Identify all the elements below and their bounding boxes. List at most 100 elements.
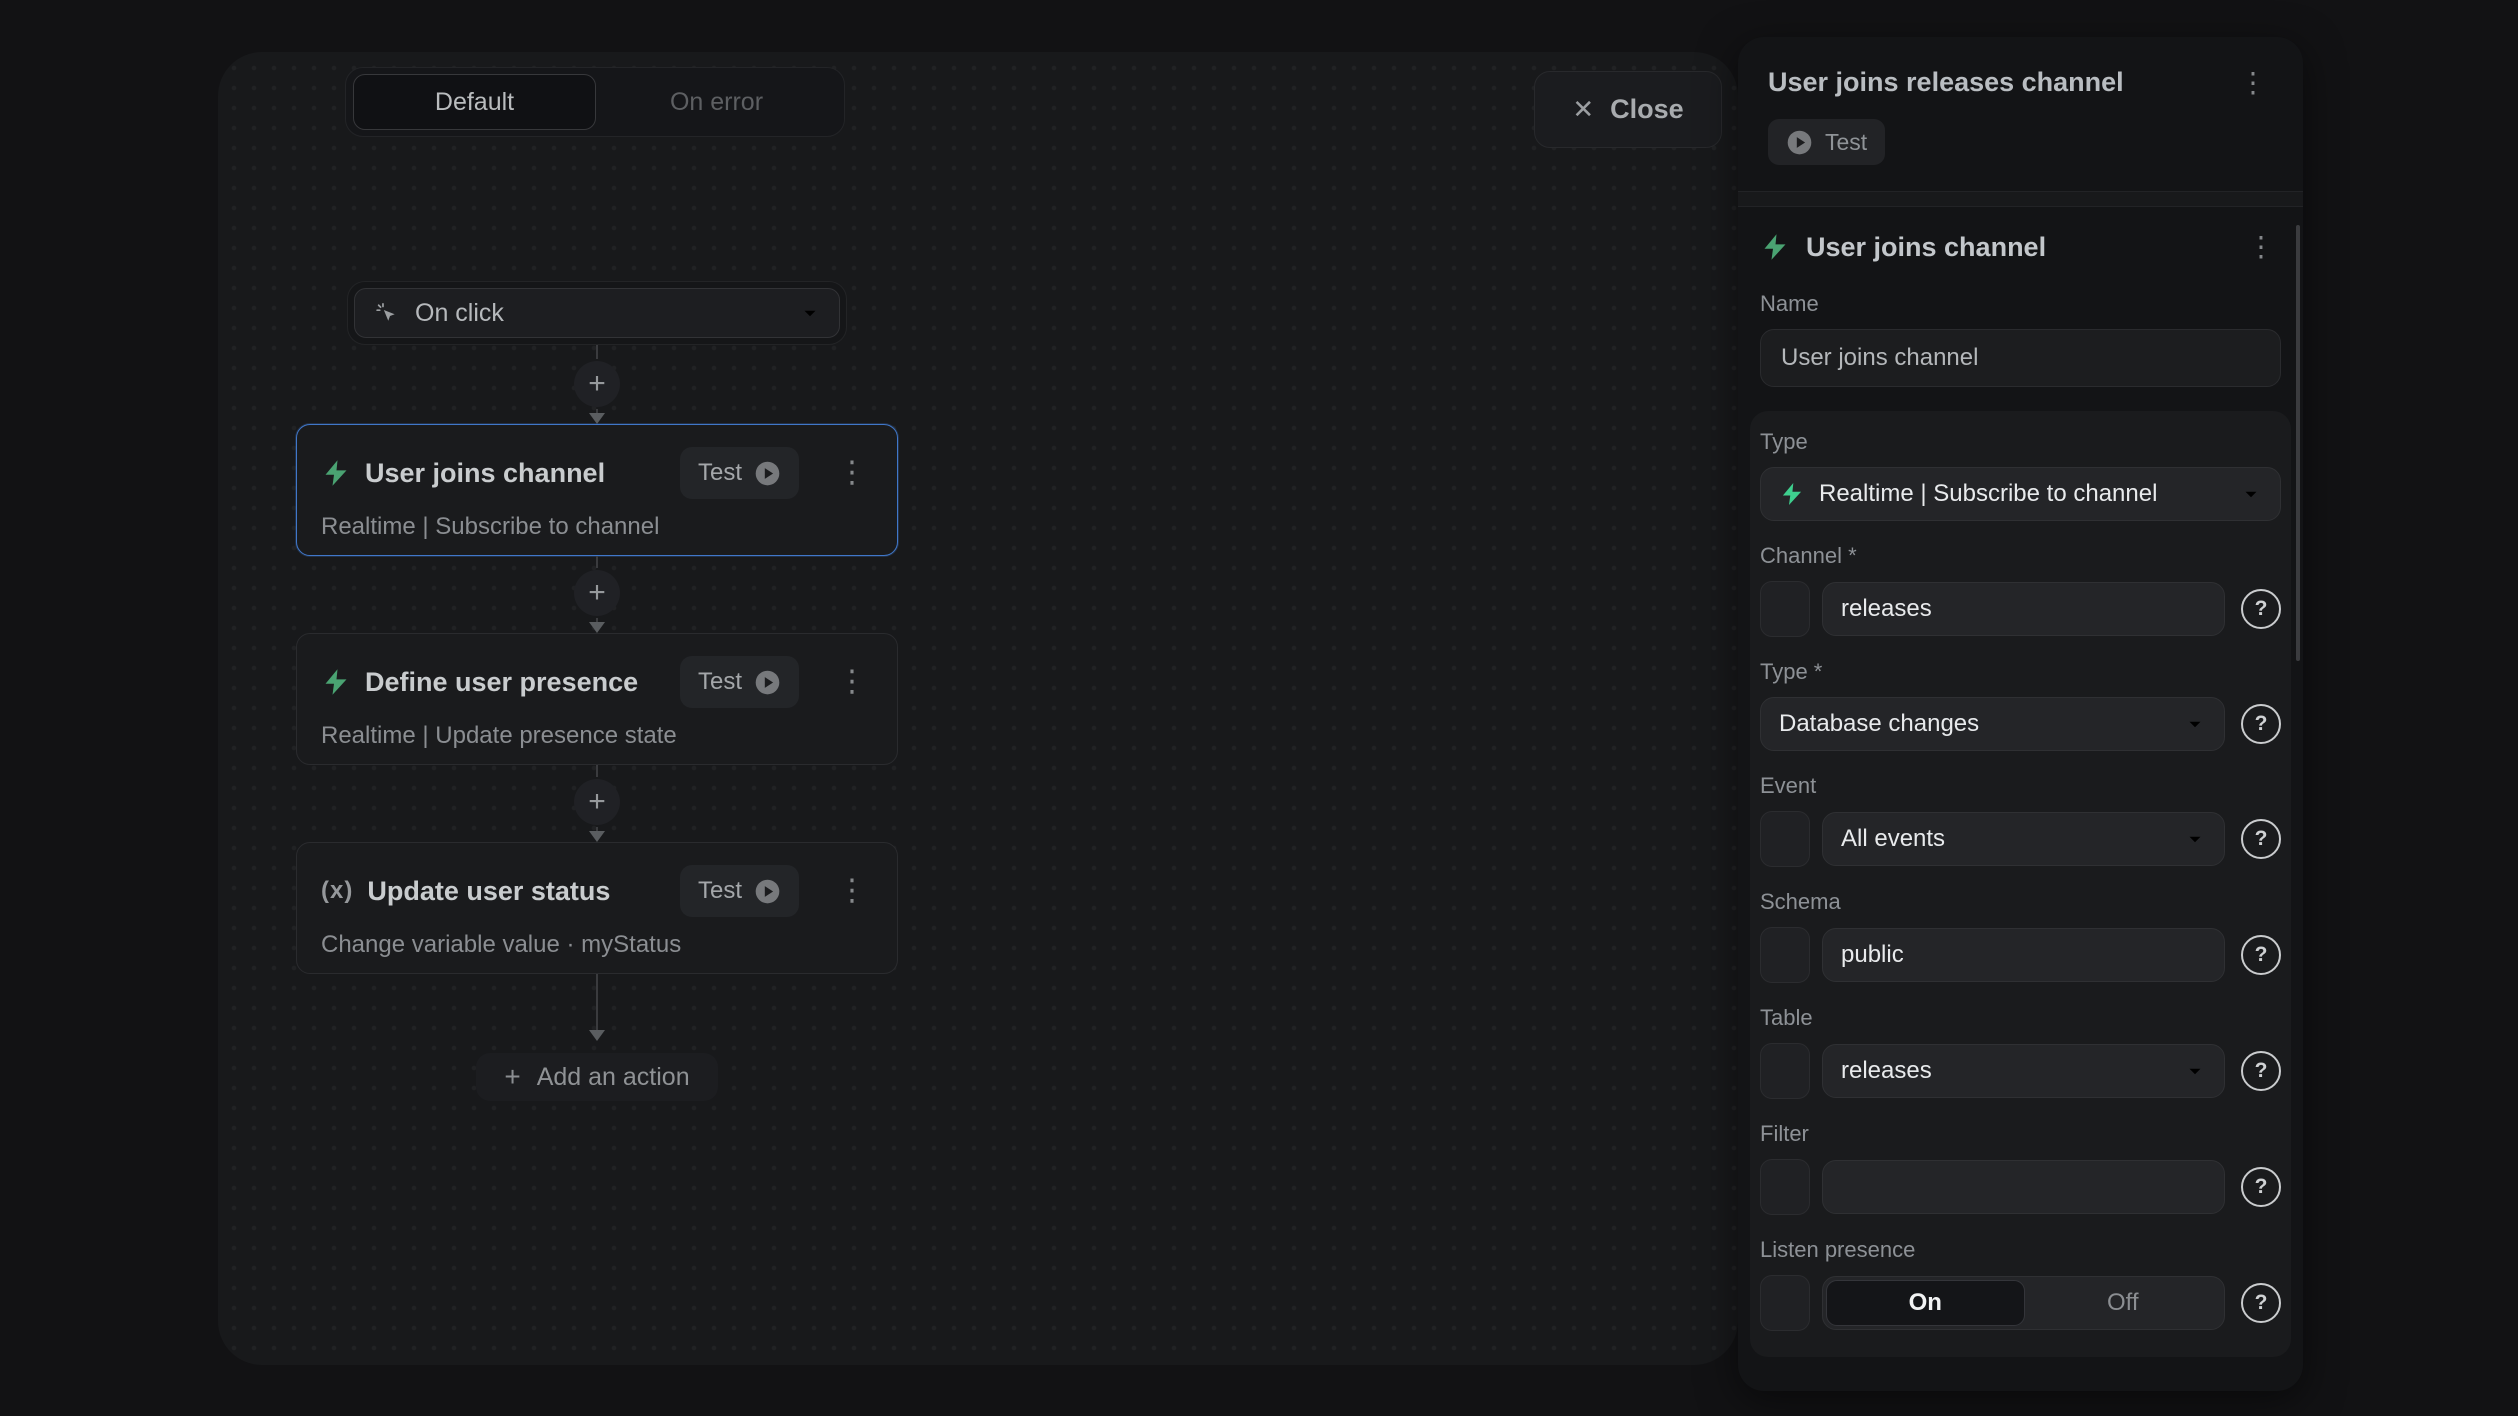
branch-tabs: Default On error [345,67,845,137]
channel-input-wrap [1822,582,2225,636]
add-action-label: Add an action [537,1063,690,1092]
tab-on-error[interactable]: On error [596,75,837,129]
trigger-select-wrap: On click [347,281,847,345]
trigger-select[interactable]: On click [354,288,840,338]
field-label: Type [1760,429,2281,455]
arrow-down-icon [589,413,605,424]
toggle-off[interactable]: Off [2025,1280,2222,1326]
help-icon[interactable]: ? [2241,819,2281,859]
action-node-define-user-presence[interactable]: Define user presence Test ⋮ Realtime | U… [296,633,898,765]
tab-default[interactable]: Default [353,74,596,130]
select-value: releases [1841,1057,2170,1085]
channel-input[interactable] [1841,595,2206,623]
bolt-icon [1779,481,1805,507]
chevron-down-icon [2184,713,2206,735]
bolt-icon [321,667,351,697]
add-action-button[interactable]: + Add an action [476,1053,718,1101]
field-listen-presence: Listen presence On Off ? [1760,1237,2281,1331]
cursor-click-icon [373,300,399,326]
panel-menu-button[interactable]: ⋮ [2233,67,2273,99]
close-icon: ✕ [1572,94,1594,125]
connector: + [574,556,620,633]
node-subtitle: Realtime | Update presence state [321,722,873,750]
connector [589,974,605,1041]
node-test-button[interactable]: Test [680,656,799,708]
filter-input-wrap [1822,1160,2225,1214]
bind-button[interactable] [1760,581,1810,637]
bind-button[interactable] [1760,1159,1810,1215]
play-circle-icon [754,669,781,696]
action-node-user-joins-channel[interactable]: User joins channel Test ⋮ Realtime | Sub… [296,424,898,556]
node-menu-button[interactable]: ⋮ [831,663,873,701]
field-label: Type * [1760,659,2281,685]
table-select[interactable]: releases [1822,1044,2225,1098]
node-menu-button[interactable]: ⋮ [831,872,873,910]
bind-icon [1773,597,1797,621]
schema-input[interactable] [1841,941,2206,969]
chevron-down-icon [2240,483,2262,505]
field-realtime-type: Type * Database changes ? [1760,659,2281,751]
field-label: Listen presence [1760,1237,2281,1263]
field-type: Type Realtime | Subscribe to channel [1760,429,2281,521]
connector: + [574,765,620,842]
help-icon[interactable]: ? [2241,1051,2281,1091]
bind-icon [1773,1291,1797,1315]
chevron-down-icon [2184,1060,2206,1082]
node-menu-button[interactable]: ⋮ [831,454,873,492]
node-test-button[interactable]: Test [680,865,799,917]
name-input[interactable] [1760,329,2281,387]
field-filter: Filter ? [1760,1121,2281,1215]
select-value: Database changes [1779,710,2170,738]
field-channel: Channel * ? [1760,543,2281,637]
bolt-icon [1760,232,1790,262]
play-circle-icon [1786,129,1813,156]
field-label: Schema [1760,889,2281,915]
name-field: Name [1750,291,2291,387]
field-label: Channel * [1760,543,2281,569]
workflow-editor: Default On error ✕ Close On click + [0,0,2518,1416]
play-circle-icon [754,878,781,905]
action-node-update-user-status[interactable]: (x) Update user status Test ⋮ Change var… [296,842,898,974]
help-icon[interactable]: ? [2241,704,2281,744]
insert-action-button[interactable]: + [574,779,620,825]
close-button[interactable]: ✕ Close [1534,71,1722,148]
settings-card: Type Realtime | Subscribe to channel Cha… [1750,411,2291,1357]
play-circle-icon [754,460,781,487]
workflow-canvas[interactable]: Default On error ✕ Close On click + [218,52,1738,1365]
field-label: Event [1760,773,2281,799]
connector: + [574,345,620,424]
chevron-down-icon [799,302,821,324]
field-label: Name [1760,291,2281,317]
bind-button[interactable] [1760,811,1810,867]
arrow-down-icon [589,622,605,633]
insert-action-button[interactable]: + [574,361,620,407]
panel-scrollbar[interactable] [2296,225,2300,661]
realtime-type-select[interactable]: Database changes [1760,697,2225,751]
help-icon[interactable]: ? [2241,1283,2281,1323]
bind-button[interactable] [1760,1275,1810,1331]
test-label: Test [698,459,742,487]
help-icon[interactable]: ? [2241,935,2281,975]
schema-input-wrap [1822,928,2225,982]
section-menu-button[interactable]: ⋮ [2241,231,2281,263]
select-value: Realtime | Subscribe to channel [1819,480,2226,508]
node-test-button[interactable]: Test [680,447,799,499]
node-subtitle: Realtime | Subscribe to channel [321,513,873,541]
help-icon[interactable]: ? [2241,589,2281,629]
field-label: Filter [1760,1121,2281,1147]
bind-button[interactable] [1760,927,1810,983]
arrow-down-icon [589,1030,605,1041]
insert-action-button[interactable]: + [574,570,620,616]
filter-input[interactable] [1841,1173,2206,1201]
bind-button[interactable] [1760,1043,1810,1099]
event-select[interactable]: All events [1822,812,2225,866]
panel-title: User joins releases channel [1768,67,2124,98]
node-title: User joins channel [365,458,605,489]
type-select[interactable]: Realtime | Subscribe to channel [1760,467,2281,521]
toggle-on[interactable]: On [1826,1280,2025,1326]
field-table: Table releases ? [1760,1005,2281,1099]
help-icon[interactable]: ? [2241,1167,2281,1207]
arrow-down-icon [589,831,605,842]
test-label: Test [698,877,742,905]
panel-test-button[interactable]: Test [1768,119,1885,165]
